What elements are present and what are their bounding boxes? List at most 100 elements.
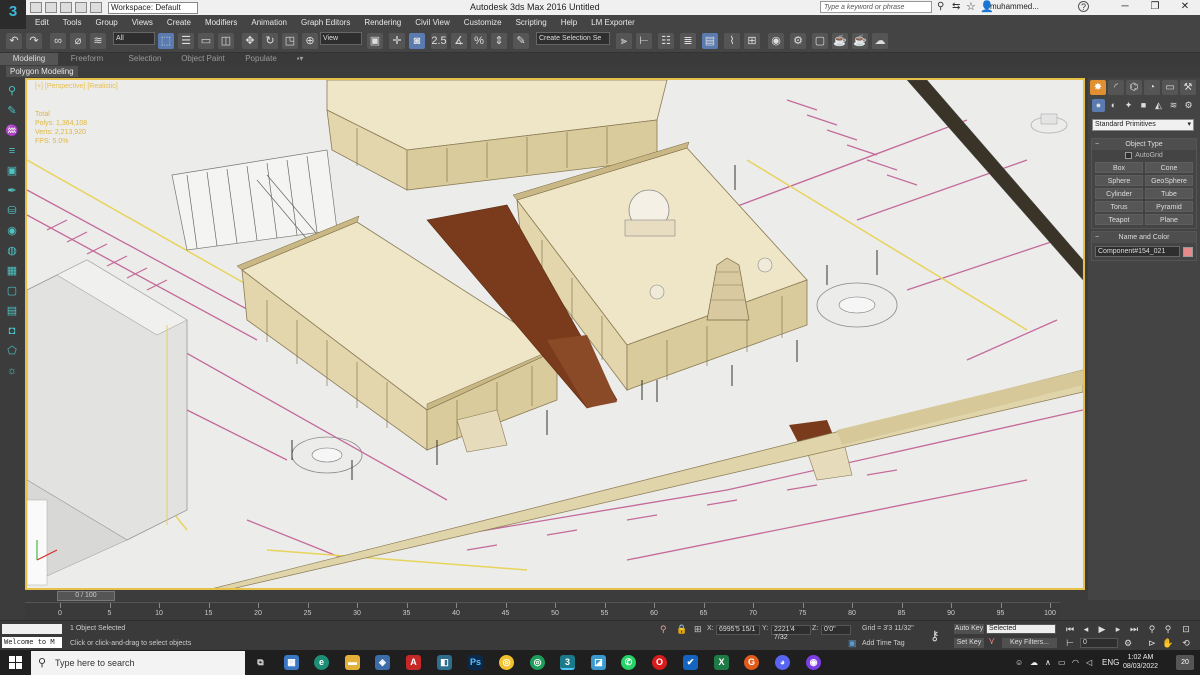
named-selection-sets-dropdown[interactable]: Create Selection Se bbox=[536, 32, 610, 45]
current-frame-input[interactable]: 0 bbox=[1080, 638, 1118, 648]
time-config-icon[interactable]: ⚙ bbox=[1122, 637, 1134, 649]
schematic-view-icon[interactable]: ⊞ bbox=[744, 33, 760, 49]
menu-graph-editors[interactable]: Graph Editors bbox=[294, 18, 357, 27]
time-slider[interactable]: 0 / 100 bbox=[25, 590, 1085, 602]
previous-frame-icon[interactable]: ◂ bbox=[1080, 623, 1092, 635]
menu-animation[interactable]: Animation bbox=[244, 18, 294, 27]
grid-icon[interactable]: ▦ bbox=[5, 264, 19, 278]
snap-toggle-icon[interactable]: 2.5 bbox=[431, 33, 447, 49]
tab-modeling[interactable]: Modeling bbox=[0, 53, 58, 65]
task-view-icon[interactable]: ⧉ bbox=[253, 655, 268, 670]
menu-modifiers[interactable]: Modifiers bbox=[198, 18, 244, 27]
redo-icon[interactable]: ↷ bbox=[26, 33, 42, 49]
go-to-end-icon[interactable]: ⏭ bbox=[1128, 623, 1140, 635]
keyboard-shortcut-toggle-icon[interactable]: ◙ bbox=[409, 33, 425, 49]
whatsapp-icon[interactable]: ✆ bbox=[621, 655, 636, 670]
ribbon-options-icon[interactable]: ▪▾ bbox=[290, 53, 310, 65]
language-indicator[interactable]: ENG bbox=[1102, 658, 1119, 667]
lock-icon[interactable]: 🔒 bbox=[676, 624, 687, 635]
calculator-icon[interactable]: ▦ bbox=[284, 655, 299, 670]
geosphere-button[interactable]: GeoSphere bbox=[1145, 175, 1193, 186]
layers-icon[interactable]: ≡ bbox=[5, 144, 19, 158]
select-manipulate-icon[interactable]: ✛ bbox=[389, 33, 405, 49]
clock[interactable]: 1:02 AM 08/03/2022 bbox=[1123, 653, 1158, 671]
spacewarps-icon[interactable]: ≋ bbox=[1167, 99, 1180, 112]
taskbar-search-input[interactable]: ⚲ Type here to search bbox=[31, 651, 245, 675]
maxscript-listener-input[interactable] bbox=[2, 624, 62, 634]
angle-snap-icon[interactable]: ∡ bbox=[451, 33, 467, 49]
utilities-tab-icon[interactable]: ⚒ bbox=[1180, 80, 1196, 95]
box-button[interactable]: Box bbox=[1095, 162, 1143, 173]
next-frame-icon[interactable]: ▸ bbox=[1112, 623, 1124, 635]
key-icon[interactable]: ⚷ bbox=[930, 628, 940, 644]
set-key-button[interactable]: Set Key bbox=[954, 638, 984, 648]
undo-icon[interactable] bbox=[75, 2, 87, 13]
wifi-icon[interactable]: ◠ bbox=[1072, 658, 1079, 667]
menu-rendering[interactable]: Rendering bbox=[357, 18, 408, 27]
tube-button[interactable]: Tube bbox=[1145, 188, 1193, 199]
menu-create[interactable]: Create bbox=[160, 18, 198, 27]
pivot-center-icon[interactable]: ▣ bbox=[367, 33, 383, 49]
render-in-cloud-icon[interactable]: ☁ bbox=[872, 33, 888, 49]
app-icon-blue[interactable]: ◈ bbox=[375, 655, 390, 670]
autogrid-checkbox[interactable]: AutoGrid bbox=[1092, 150, 1196, 159]
menu-views[interactable]: Views bbox=[125, 18, 160, 27]
search-input[interactable]: Type a keyword or phrase bbox=[820, 1, 932, 13]
people-icon[interactable]: ☺ bbox=[1015, 658, 1023, 667]
unlink-icon[interactable]: ⌀ bbox=[70, 33, 86, 49]
volume-icon[interactable]: ◁ bbox=[1086, 658, 1092, 667]
rotate-icon[interactable]: ↻ bbox=[262, 33, 278, 49]
geometry-icon[interactable]: ● bbox=[1092, 99, 1105, 112]
torus-button[interactable]: Torus bbox=[1095, 201, 1143, 212]
cone-button[interactable]: Cone bbox=[1145, 162, 1193, 173]
workspace-dropdown[interactable]: Workspace: Default bbox=[108, 1, 198, 14]
minimize-button[interactable]: ─ bbox=[1110, 0, 1140, 15]
mirror-icon[interactable]: ⫸ bbox=[616, 33, 632, 49]
notification-center-button[interactable]: 20 bbox=[1176, 655, 1194, 670]
pin-icon[interactable]: ⚲ bbox=[5, 84, 19, 98]
chrome-icon[interactable]: ◎ bbox=[499, 655, 514, 670]
menu-edit[interactable]: Edit bbox=[28, 18, 56, 27]
bind-spacewarp-icon[interactable]: ≋ bbox=[90, 33, 106, 49]
helpers-icon[interactable]: ◭ bbox=[1152, 99, 1165, 112]
menu-scripting[interactable]: Scripting bbox=[509, 18, 554, 27]
cameras-icon[interactable]: ■ bbox=[1137, 99, 1150, 112]
star-icon[interactable]: ☆ bbox=[966, 0, 976, 13]
z-coordinate[interactable]: 0'0" bbox=[821, 625, 851, 635]
motion-tab-icon[interactable]: ◔ bbox=[1144, 80, 1160, 95]
move-icon[interactable]: ✥ bbox=[242, 33, 258, 49]
menu-civil-view[interactable]: Civil View bbox=[408, 18, 457, 27]
menu-help[interactable]: Help bbox=[554, 18, 584, 27]
close-button[interactable]: ✕ bbox=[1170, 0, 1200, 15]
go-to-start-icon[interactable]: ⏮ bbox=[1064, 623, 1076, 635]
user-name[interactable]: muhammed... bbox=[990, 2, 1039, 11]
render-production-icon[interactable]: ☕ bbox=[832, 33, 848, 49]
select-object-icon[interactable]: ⬚ bbox=[158, 33, 174, 49]
3ds-max-icon[interactable]: 3 bbox=[560, 655, 575, 670]
bucket-icon[interactable]: ⛁ bbox=[5, 204, 19, 218]
app-logo[interactable]: 3 bbox=[0, 0, 26, 29]
sphere-button[interactable]: Sphere bbox=[1095, 175, 1143, 186]
viewport-label[interactable]: [+] [Perspective] [Realistic] bbox=[35, 83, 118, 90]
primitive-category-dropdown[interactable]: Standard Primitives ▾ bbox=[1092, 119, 1194, 131]
grammarly-icon[interactable]: G bbox=[744, 655, 759, 670]
track-bar[interactable]: 0 5 10 15 20 25 30 35 40 45 50 55 60 65 70 75 80 85 90 95 10… bbox=[25, 602, 1060, 620]
object-type-header[interactable]: − Object Type bbox=[1092, 139, 1196, 150]
place-icon[interactable]: ⊕ bbox=[302, 33, 318, 49]
maxscript-output[interactable]: Welcome to M bbox=[2, 637, 62, 648]
globe-icon[interactable]: ◍ bbox=[5, 244, 19, 258]
menu-customize[interactable]: Customize bbox=[457, 18, 509, 27]
shapes-icon[interactable]: ◐ bbox=[1107, 99, 1120, 112]
object-color-swatch[interactable] bbox=[1183, 246, 1193, 257]
y-coordinate[interactable]: 2221'4 7/32 bbox=[771, 625, 811, 641]
menu-tools[interactable]: Tools bbox=[56, 18, 89, 27]
sketchup-icon[interactable]: ◧ bbox=[437, 655, 452, 670]
object-name-input[interactable]: Component#154_021 bbox=[1095, 246, 1181, 257]
tab-selection[interactable]: Selection bbox=[116, 53, 174, 65]
percent-snap-icon[interactable]: % bbox=[471, 33, 487, 49]
key-mode-toggle-icon[interactable]: ⊢ bbox=[1064, 637, 1076, 649]
rendered-frame-window-icon[interactable]: ▢ bbox=[812, 33, 828, 49]
shape-icon[interactable]: ⬠ bbox=[5, 344, 19, 358]
layer-explorer-icon[interactable]: ≣ bbox=[680, 33, 696, 49]
transform-mode-icon[interactable]: ⊞ bbox=[694, 624, 702, 635]
